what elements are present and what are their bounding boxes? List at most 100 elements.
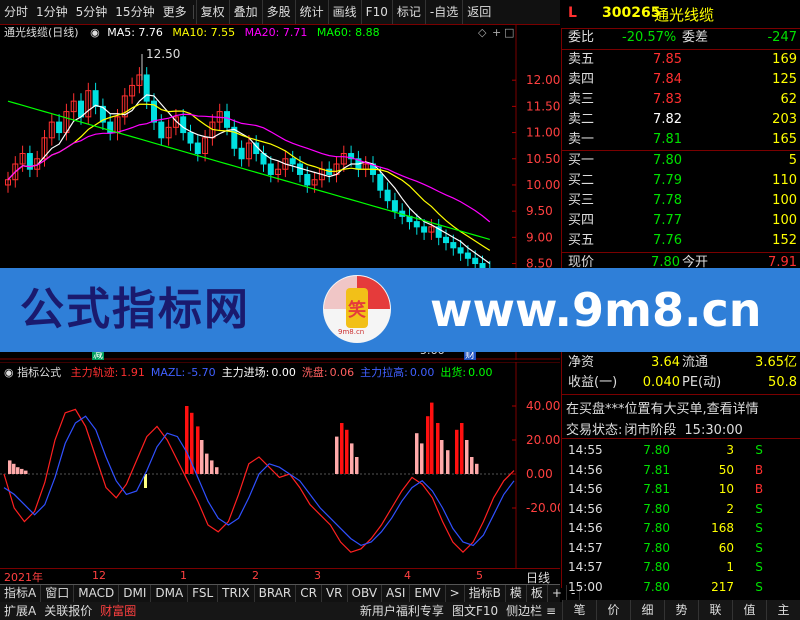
toolbar-item[interactable]: 15分钟 (111, 0, 158, 24)
indicator-bar (196, 426, 200, 474)
toolbar-item[interactable]: 1分钟 (32, 0, 72, 24)
weibi-row: 委比 -20.57% 委差 -247 (562, 28, 800, 48)
tick-volume: 60 (718, 540, 734, 555)
sell-volume: 169 (772, 52, 797, 67)
indicator-bar (12, 463, 16, 474)
plus-icon: + (492, 26, 501, 39)
buy-price: 7.77 (653, 213, 682, 228)
indicator-tab[interactable]: DMI (119, 585, 152, 602)
stock-name[interactable]: 通光线缆 (654, 4, 714, 25)
status-link[interactable]: 图文F10 (448, 602, 502, 620)
indicator-tab[interactable]: TRIX (218, 585, 255, 602)
candle-body (143, 74, 150, 102)
status-value: 闭市阶段 (624, 423, 677, 438)
sell-row[interactable]: 卖一 7.81 165 (562, 130, 800, 150)
status-tab[interactable]: 扩展A (0, 602, 40, 620)
buy-label: 买四 (568, 213, 595, 228)
buy-row[interactable]: 买二 7.79 110 (562, 171, 800, 191)
indicator-tab[interactable]: VR (322, 585, 348, 602)
y-tick-label: 10.00 (526, 178, 560, 192)
toolbar-item[interactable]: 更多 (159, 0, 191, 24)
buy-row[interactable]: 买三 7.78 100 (562, 191, 800, 211)
toolbar-item[interactable]: 分时 (0, 0, 32, 24)
weibi-label: 委比 (568, 30, 595, 45)
right-tab[interactable]: 势 (664, 600, 698, 620)
toolbar-item[interactable]: 统计 (294, 0, 328, 24)
status-tab[interactable]: 财富圈 (96, 602, 140, 620)
y-tick-label: 9.00 (526, 230, 553, 244)
sell-price: 7.83 (653, 92, 682, 107)
indicator-bar (345, 429, 349, 474)
buy-row[interactable]: 买四 7.77 100 (562, 211, 800, 231)
indicator-tab[interactable]: BRAR (255, 585, 297, 602)
toolbar-item[interactable]: 返回 (462, 0, 495, 24)
tick-price: 7.81 (643, 482, 670, 496)
right-tab[interactable]: 主 (766, 600, 800, 620)
stock-code: 300265 (602, 5, 661, 21)
tick-row: 14:57 7.80 1 S (562, 557, 800, 577)
y-tick-label: 9.50 (526, 204, 553, 218)
candle-body (78, 100, 84, 118)
sell-row[interactable]: 卖四 7.84 125 (562, 70, 800, 90)
toolbar-item[interactable]: -自选 (424, 0, 462, 24)
y-tick-label: 10.50 (526, 152, 560, 166)
indicator-bar (215, 467, 219, 474)
toolbar-item[interactable]: 标记 (391, 0, 425, 24)
indicator-svg: 40.00 20.00 0.00 -20.00 (0, 362, 560, 568)
tick-side: S (755, 560, 763, 574)
status-tab[interactable]: 关联报价 (40, 602, 96, 620)
buy-row[interactable]: 买五 7.76 152 (562, 231, 800, 251)
toolbar-item[interactable]: 叠加 (228, 0, 262, 24)
indicator-tab[interactable]: 窗口 (41, 585, 75, 602)
buy-label: 买一 (568, 153, 595, 168)
toolbar-item[interactable]: 多股 (261, 0, 295, 24)
indicator-bar (475, 463, 479, 474)
candle-body (158, 121, 165, 139)
weibi-value: -20.57% (622, 30, 677, 45)
buy-row[interactable]: 买一 7.80 5 (562, 151, 800, 171)
indicator-tab[interactable]: MACD (74, 585, 120, 602)
tick-side: S (755, 540, 763, 555)
indicator-tab[interactable]: ASI (382, 585, 411, 602)
weicha-value: -247 (767, 30, 797, 45)
indicator-chart[interactable]: ◉ 指标公式 主力轨迹: 1.91 MAZL: -5.70 主力进场: 0.00 洗盘: 0.… (0, 362, 560, 568)
toolbar-item[interactable]: 复权 (195, 0, 229, 24)
divider (562, 438, 800, 439)
right-tab[interactable]: 价 (596, 600, 630, 620)
banner-title: 公式指标网 (20, 284, 250, 335)
big-order-notice[interactable]: 在买盘***位置有大买单,查看详情 (566, 398, 759, 417)
sell-row[interactable]: 卖三 7.83 62 (562, 90, 800, 110)
tick-price: 7.80 (643, 540, 670, 555)
right-tab[interactable]: 细 (630, 600, 664, 620)
indicator-bar (426, 416, 430, 474)
sell-row[interactable]: 卖二 7.82 203 (562, 110, 800, 130)
candle-body (224, 111, 230, 128)
candle-body (289, 158, 296, 165)
right-tab[interactable]: 值 (732, 600, 766, 620)
toolbar-item[interactable]: 5分钟 (72, 0, 112, 24)
indicator-tab[interactable]: 模 (506, 585, 527, 602)
indicator-bar (8, 460, 12, 474)
indicator-tab[interactable]: 板 (527, 585, 548, 602)
tick-row: 14:57 7.80 60 S (562, 538, 800, 558)
toolbar-item[interactable]: F10 (360, 0, 392, 24)
status-link[interactable]: 侧边栏 ≡ (502, 602, 560, 620)
indicator-tab[interactable]: OBV (348, 585, 383, 602)
toolbar-item[interactable]: 画线 (327, 0, 361, 24)
indicator-tab[interactable]: CR (296, 585, 322, 602)
indicator-tab[interactable]: EMV (410, 585, 446, 602)
indicator-tab[interactable]: FSL (188, 585, 219, 602)
buy-label: 买三 (568, 193, 595, 208)
indicator-tab[interactable]: 指标B (465, 585, 506, 602)
candle-body (421, 226, 428, 233)
indicator-tab[interactable]: 指标A (0, 585, 42, 602)
buy-volume: 152 (772, 233, 797, 248)
right-tab[interactable]: 笔 (562, 600, 596, 620)
indicator-tab[interactable]: DMA (151, 585, 189, 602)
right-tab[interactable]: 联 (698, 600, 732, 620)
status-link[interactable]: 新用户福利专享 (356, 602, 448, 620)
candle-body (194, 142, 201, 155)
indicator-tab[interactable]: > (446, 585, 465, 602)
sell-row[interactable]: 卖五 7.85 169 (562, 50, 800, 70)
sell-label: 卖二 (568, 112, 595, 127)
